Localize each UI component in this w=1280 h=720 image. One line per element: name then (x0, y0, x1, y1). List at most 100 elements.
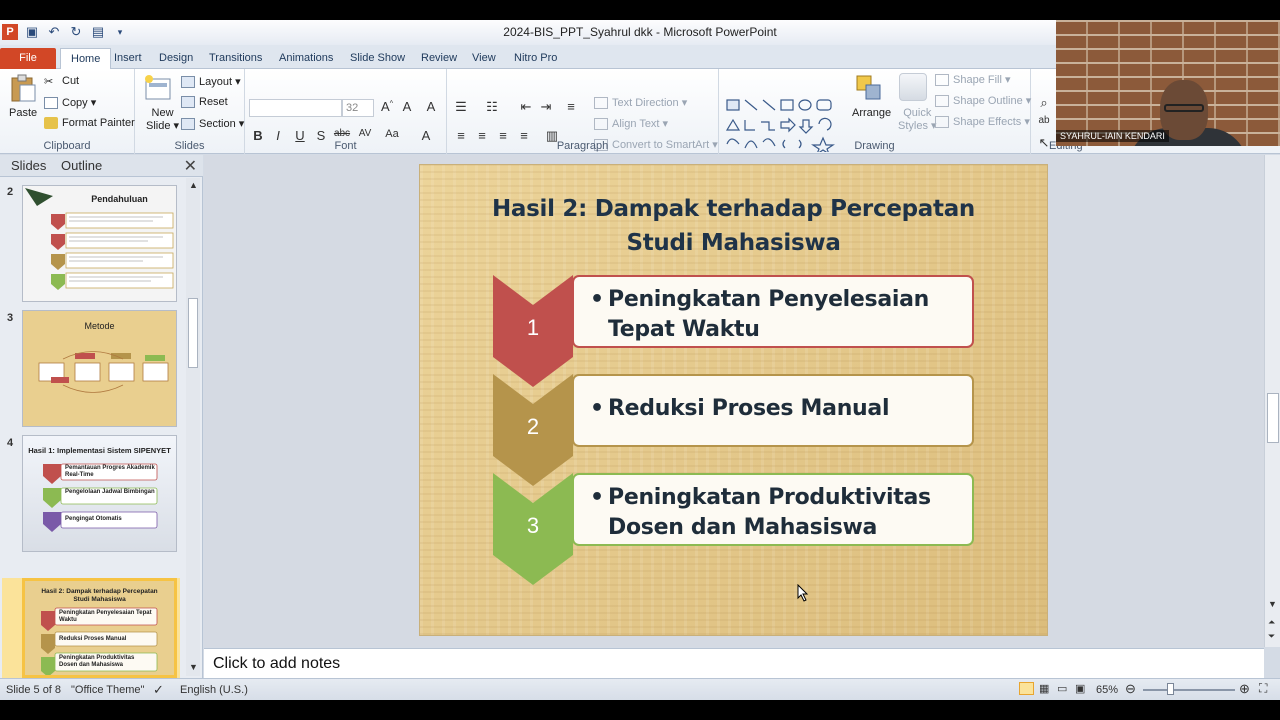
reading-view-icon[interactable]: ▭ (1057, 682, 1067, 695)
numbering-icon[interactable]: ☷ (483, 99, 501, 115)
arrange-button[interactable]: Arrange (852, 107, 891, 119)
tab-outline[interactable]: Outline (61, 158, 102, 173)
quick-styles-button[interactable]: Quick Styles ▾ (898, 107, 937, 132)
slide-vertical-scrollbar[interactable]: ▼ ⏶ ⏷ (1264, 155, 1280, 647)
webcam-overlay: SYAHRUL-IAIN KENDARI (1056, 20, 1280, 146)
font-size-field[interactable]: 32 (342, 99, 374, 117)
slide-scroll-thumb[interactable] (1267, 393, 1279, 443)
normal-view-icon[interactable] (1019, 682, 1034, 695)
section-button[interactable]: Section ▾ (181, 117, 244, 131)
tab-slides[interactable]: Slides (11, 158, 46, 173)
notes-pane[interactable]: Click to add notes (204, 648, 1264, 678)
slide-thumbnail-5[interactable]: Hasil 2: Dampak terhadap Percepatan Stud… (22, 578, 177, 678)
tab-file[interactable]: File (0, 48, 56, 69)
slides-pane-scrollbar[interactable]: ▲ ▼ (186, 178, 200, 676)
copy-button[interactable]: Copy ▾ (44, 96, 96, 110)
fit-to-window-icon[interactable]: ⛶ (1259, 681, 1267, 696)
quick-styles-icon[interactable] (899, 73, 927, 101)
next-slide-icon[interactable]: ⏷ (1268, 631, 1275, 642)
item-3-box[interactable]: • Peningkatan Produktivitas Dosen dan Maha… (572, 473, 974, 546)
item-2-text: • Reduksi Proses Manual (590, 394, 962, 424)
theme-status[interactable]: "Office Theme" (71, 684, 144, 696)
shape-outline-label: Shape Outline (953, 95, 1023, 107)
scroll-down-icon[interactable]: ▼ (189, 662, 198, 672)
notes-placeholder[interactable]: Click to add notes (213, 655, 340, 673)
align-text-button[interactable]: Align Text ▾ (594, 117, 668, 131)
shape-effects-button[interactable]: Shape Effects ▾ (935, 115, 1030, 129)
change-case-icon[interactable]: Aa (383, 128, 401, 140)
shrink-font-icon[interactable]: A (398, 99, 416, 114)
paste-icon[interactable] (8, 73, 38, 103)
slide-canvas[interactable]: Hasil 2: Dampak terhadap Percepatan Stud… (420, 165, 1047, 635)
thumb-number-3: 3 (7, 312, 14, 324)
tab-nitro-pro[interactable]: Nitro Pro (504, 48, 567, 69)
reset-button[interactable]: Reset (181, 96, 228, 109)
zoom-slider-thumb[interactable] (1167, 683, 1174, 695)
font-group-label: Font (334, 140, 357, 152)
zoom-slider[interactable] (1143, 689, 1235, 691)
spellcheck-icon[interactable]: ✓ (153, 682, 164, 698)
line-spacing-icon[interactable]: ≡ (562, 99, 580, 114)
font-name-field[interactable] (249, 99, 342, 117)
item-2-box[interactable]: • Reduksi Proses Manual (572, 374, 974, 447)
clear-formatting-icon[interactable]: A (422, 99, 440, 114)
shape-outline-button[interactable]: Shape Outline ▾ (935, 94, 1031, 108)
arrange-icon[interactable] (854, 73, 886, 103)
tab-slide-show[interactable]: Slide Show (340, 48, 415, 69)
close-pane-icon[interactable]: ✕ (184, 156, 197, 176)
new-slide-label-1: New (151, 107, 174, 119)
new-slide-button[interactable]: New Slide ▾ (146, 107, 179, 132)
new-slide-icon[interactable] (143, 73, 173, 103)
chevron-1[interactable]: 1 (493, 275, 573, 387)
format-painter-button[interactable]: Format Painter (44, 117, 135, 130)
slide-sorter-icon[interactable]: ▦ (1039, 682, 1049, 695)
strikethrough-icon[interactable]: abc (333, 128, 351, 139)
shape-effects-label: Shape Effects (953, 116, 1022, 128)
chevron-3[interactable]: 3 (493, 473, 573, 585)
tab-animations[interactable]: Animations (269, 48, 343, 69)
tab-review[interactable]: Review (411, 48, 467, 69)
grow-font-icon[interactable]: A^ (378, 99, 396, 114)
shape-fill-label: Shape Fill (953, 74, 1002, 86)
slides-pane-scroll-thumb[interactable] (188, 298, 198, 368)
new-slide-label-2: Slide (146, 120, 171, 132)
zoom-level[interactable]: 65% (1096, 684, 1118, 696)
item-1-bullet: • (590, 287, 604, 312)
scroll-down-icon[interactable]: ▼ (1268, 599, 1277, 609)
tab-design[interactable]: Design (149, 48, 203, 69)
tab-transitions[interactable]: Transitions (199, 48, 272, 69)
bullets-icon[interactable]: ☰ (452, 99, 470, 115)
find-icon[interactable]: ⌕ (1035, 95, 1053, 111)
quick-styles-label-1: Quick (903, 107, 932, 119)
chevron-1-number: 1 (526, 315, 540, 340)
zoom-out-icon[interactable]: ⊖ (1125, 681, 1136, 697)
cut-button[interactable]: ✂ Cut (44, 75, 79, 88)
item-1-text: • Peningkatan Penyelesaian Tepat Waktu (590, 285, 962, 345)
copy-icon (44, 97, 58, 110)
text-direction-button[interactable]: Text Direction ▾ (594, 96, 687, 110)
decrease-indent-icon[interactable]: ⇤ (517, 99, 535, 115)
increase-indent-icon[interactable]: ⇥ (537, 99, 555, 115)
character-spacing-icon[interactable]: AV (356, 128, 374, 139)
slide-thumbnail-4[interactable]: Hasil 1: Implementasi Sistem SIPENYET Pe… (22, 435, 177, 552)
replace-icon[interactable]: ab (1035, 115, 1053, 126)
item-1-line-1: Peningkatan Penyelesaian (608, 287, 930, 312)
paste-button[interactable]: Paste (9, 107, 37, 119)
language-status[interactable]: English (U.S.) (180, 684, 248, 696)
slide-count-status: Slide 5 of 8 (6, 684, 62, 696)
slides-pane-tabs: Slides Outline ✕ (0, 155, 203, 177)
slide-thumbnail-2[interactable]: Pendahuluan (22, 185, 177, 302)
zoom-in-icon[interactable]: ⊕ (1239, 681, 1250, 697)
shape-fill-button[interactable]: Shape Fill ▾ (935, 73, 1011, 87)
previous-slide-icon[interactable]: ⏶ (1268, 617, 1275, 628)
slide-title[interactable]: Hasil 2: Dampak terhadap Percepatan Stud… (460, 192, 1007, 260)
slide-thumbnail-3[interactable]: Metode (22, 310, 177, 427)
item-1-box[interactable]: • Peningkatan Penyelesaian Tepat Waktu (572, 275, 974, 348)
slideshow-view-icon[interactable]: ▣ (1075, 682, 1085, 695)
scroll-up-icon[interactable]: ▲ (189, 180, 198, 190)
tab-view[interactable]: View (462, 48, 506, 69)
item-3-line-1: Peningkatan Produktivitas (608, 485, 931, 510)
layout-button[interactable]: Layout ▾ (181, 75, 241, 89)
tab-insert[interactable]: Insert (104, 48, 152, 69)
chevron-2[interactable]: 2 (493, 374, 573, 486)
